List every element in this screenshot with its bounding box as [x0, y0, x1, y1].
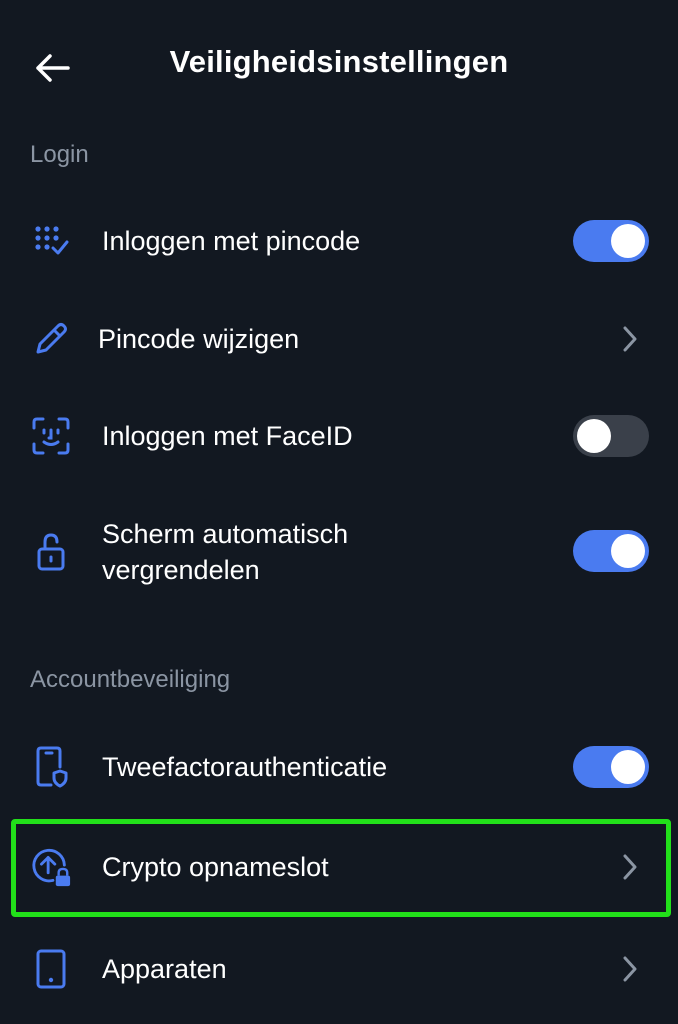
toggle-knob — [611, 534, 645, 568]
auto-lock-toggle[interactable] — [573, 530, 649, 572]
toggle-knob — [577, 419, 611, 453]
chevron-right-icon — [620, 954, 640, 984]
row-label: Scherm automatisch vergrendelen — [102, 516, 348, 588]
row-crypto-withdrawal-lock[interactable]: Crypto opnameslot — [0, 836, 678, 898]
pincode-login-toggle[interactable] — [573, 220, 649, 262]
upload-lock-icon — [30, 846, 72, 888]
row-auto-lock[interactable]: Scherm automatisch vergrendelen — [0, 512, 678, 592]
row-label-line1: Scherm automatisch — [102, 519, 349, 549]
row-label: Pincode wijzigen — [98, 324, 300, 354]
row-label: Apparaten — [102, 954, 227, 984]
row-two-factor[interactable]: Tweefactorauthenticatie — [0, 736, 678, 798]
toggle-knob — [611, 750, 645, 784]
app-header: Veiligheidsinstellingen — [0, 0, 678, 130]
toggle-knob — [611, 224, 645, 258]
row-label: Inloggen met pincode — [102, 226, 361, 256]
row-devices[interactable]: Apparaten — [0, 938, 678, 1000]
row-label: Inloggen met FaceID — [102, 421, 353, 451]
page-title: Veiligheidsinstellingen — [169, 44, 509, 79]
section-label-account: Accountbeveiliging — [30, 666, 231, 693]
row-change-pincode[interactable]: Pincode wijzigen — [0, 308, 678, 370]
unlock-icon — [30, 531, 72, 573]
row-label: Crypto opnameslot — [102, 852, 329, 882]
two-factor-toggle[interactable] — [573, 746, 649, 788]
device-icon — [30, 948, 72, 990]
row-label-line2: vergrendelen — [102, 555, 260, 585]
faceid-login-toggle[interactable] — [573, 415, 649, 457]
row-label: Tweefactorauthenticatie — [102, 752, 388, 782]
section-label-login: Login — [30, 141, 89, 168]
pincode-check-icon — [30, 220, 72, 262]
chevron-right-icon — [620, 324, 640, 354]
faceid-icon — [30, 415, 72, 457]
row-faceid-login[interactable]: Inloggen met FaceID — [0, 405, 678, 467]
row-pincode-login[interactable]: Inloggen met pincode — [0, 210, 678, 272]
phone-shield-icon — [30, 746, 72, 788]
chevron-right-icon — [620, 852, 640, 882]
pencil-icon — [30, 318, 72, 360]
